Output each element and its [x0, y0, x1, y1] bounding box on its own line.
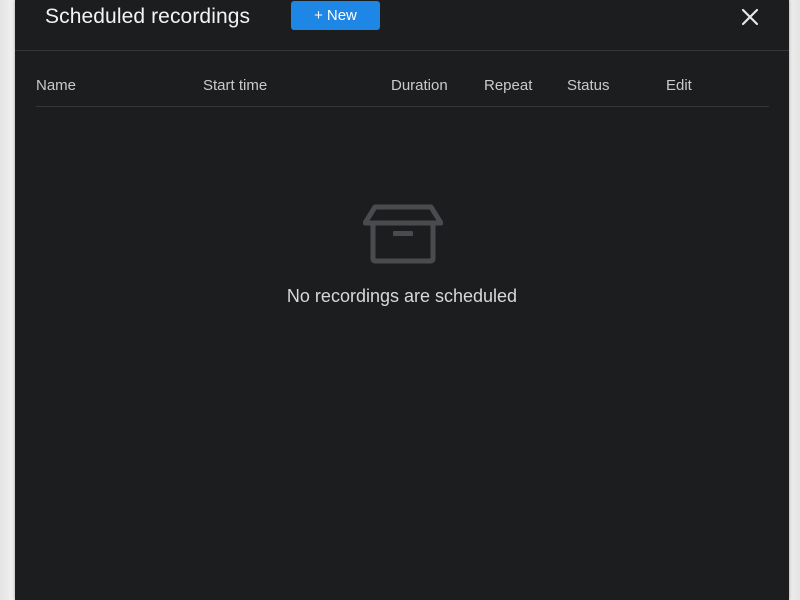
new-recording-button[interactable]: + New [291, 1, 380, 30]
close-icon [741, 8, 759, 26]
plus-icon: + [314, 7, 323, 24]
dialog-header: Scheduled recordings + New [15, 0, 789, 51]
column-header-status[interactable]: Status [567, 76, 610, 96]
column-header-start-time[interactable]: Start time [203, 76, 267, 96]
table-header-divider [36, 106, 769, 107]
column-header-duration[interactable]: Duration [391, 76, 448, 96]
column-header-edit: Edit [666, 77, 692, 94]
dialog-title: Scheduled recordings [45, 5, 251, 28]
column-header-repeat[interactable]: Repeat [484, 76, 532, 96]
column-header-name[interactable]: Name [36, 76, 76, 96]
new-button-label: New [326, 7, 357, 24]
scheduled-recordings-dialog: Scheduled recordings + New Name Start tim… [15, 0, 789, 600]
archive-box-icon [362, 203, 444, 265]
empty-state-message: No recordings are scheduled [286, 286, 518, 306]
close-button[interactable] [737, 4, 763, 30]
